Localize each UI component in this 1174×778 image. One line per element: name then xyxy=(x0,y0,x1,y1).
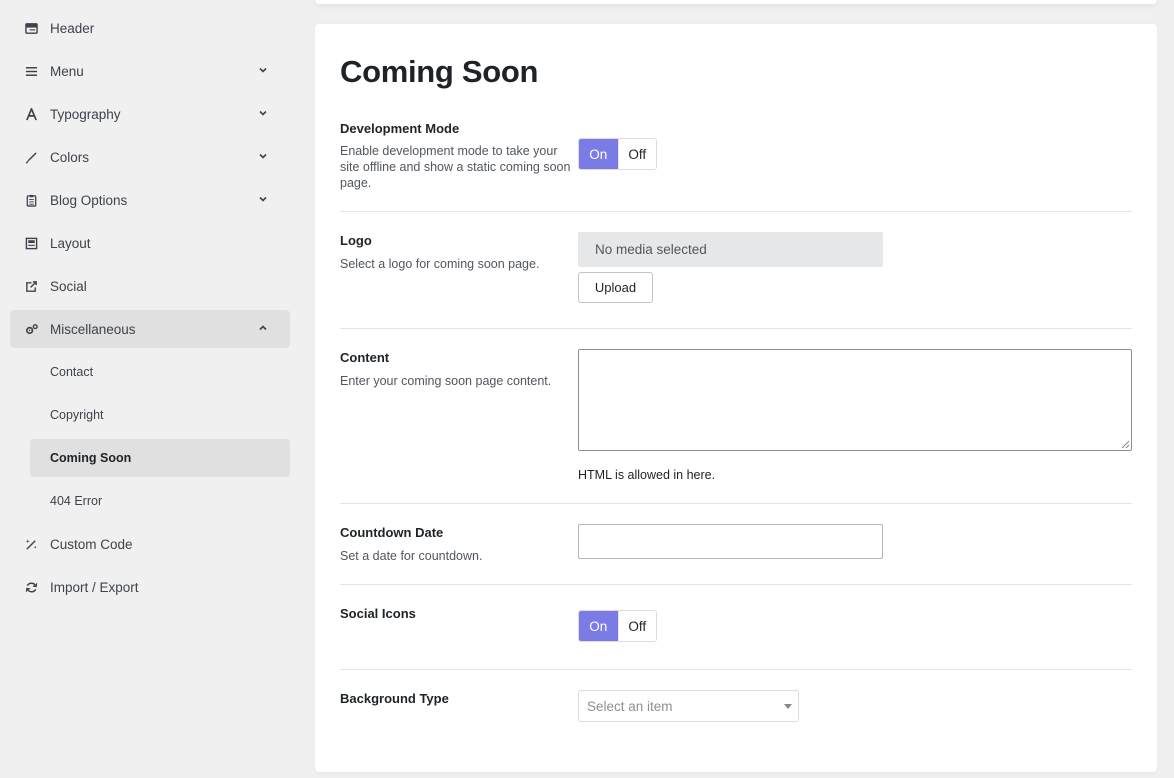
chevron-down-icon xyxy=(259,67,267,73)
chevron-down-icon xyxy=(259,153,267,159)
social-icons-toggle[interactable]: On Off xyxy=(578,610,657,642)
sidebar-subitem-label: Coming Soon xyxy=(50,451,132,465)
sidebar-item-label: Blog Options xyxy=(50,192,128,208)
background-type-select[interactable]: Select an item xyxy=(578,690,799,722)
sidebar: Header Menu Typography Colors Blog Optio… xyxy=(0,0,300,778)
sidebar-subitem-contact[interactable]: Contact xyxy=(30,353,290,391)
dropdown-caret-icon xyxy=(784,704,792,709)
sidebar-item-label: Header xyxy=(50,20,95,36)
sidebar-item-colors[interactable]: Colors xyxy=(10,138,290,176)
background-type-row: Background Type Select an item xyxy=(340,670,1132,750)
content-description: Enter your coming soon page content. xyxy=(340,374,552,388)
development-mode-description: Enable development mode to take your sit… xyxy=(340,144,571,190)
content-textarea[interactable] xyxy=(578,349,1132,451)
sidebar-subitem-404-error[interactable]: 404 Error xyxy=(30,482,290,520)
chevron-down-icon xyxy=(259,110,267,116)
clipboard-icon xyxy=(24,193,38,207)
layout-icon xyxy=(24,236,38,250)
sidebar-subitem-copyright[interactable]: Copyright xyxy=(30,396,290,434)
sidebar-item-menu[interactable]: Menu xyxy=(10,52,290,90)
sidebar-item-label: Colors xyxy=(50,149,90,165)
sidebar-item-label: Custom Code xyxy=(50,536,133,552)
sidebar-subitem-label: 404 Error xyxy=(50,494,103,508)
countdown-description: Set a date for countdown. xyxy=(340,549,483,563)
sidebar-item-header[interactable]: Header xyxy=(10,9,290,47)
sidebar-item-label: Menu xyxy=(50,63,84,79)
header-icon xyxy=(24,21,38,35)
upload-button[interactable]: Upload xyxy=(578,272,653,303)
sidebar-item-label: Import / Export xyxy=(50,579,139,595)
magic-wand-icon xyxy=(24,537,38,551)
logo-description: Select a logo for coming soon page. xyxy=(340,257,540,271)
sidebar-subitem-label: Contact xyxy=(50,365,94,379)
sidebar-item-social[interactable]: Social xyxy=(10,267,290,305)
content-row: Content Enter your coming soon page cont… xyxy=(340,329,1132,504)
sidebar-item-custom-code[interactable]: Custom Code xyxy=(10,525,290,563)
share-icon xyxy=(24,279,38,293)
background-type-label: Background Type xyxy=(340,691,449,706)
settings-panel: Coming Soon Development Mode Enable deve… xyxy=(315,24,1157,772)
development-mode-toggle[interactable]: On Off xyxy=(578,138,657,170)
development-mode-label: Development Mode xyxy=(340,121,460,136)
logo-row: Logo Select a logo for coming soon page.… xyxy=(340,212,1132,329)
toggle-off-button[interactable]: Off xyxy=(617,139,657,169)
previous-section-card xyxy=(315,0,1157,4)
sidebar-item-import-export[interactable]: Import / Export xyxy=(10,568,290,606)
content-label: Content xyxy=(340,350,390,365)
sidebar-item-blog-options[interactable]: Blog Options xyxy=(10,181,290,219)
sidebar-subitem-coming-soon[interactable]: Coming Soon xyxy=(30,439,290,477)
sidebar-item-label: Typography xyxy=(50,106,121,122)
toggle-off-button[interactable]: Off xyxy=(617,611,657,641)
sidebar-item-label: Miscellaneous xyxy=(50,321,136,337)
sidebar-item-label: Social xyxy=(50,278,87,294)
brush-icon xyxy=(24,150,38,164)
typography-icon xyxy=(24,107,38,121)
refresh-icon xyxy=(24,580,38,594)
chevron-down-icon xyxy=(259,196,267,202)
menu-icon xyxy=(24,64,38,78)
toggle-on-button[interactable]: On xyxy=(579,139,618,169)
gears-icon xyxy=(24,322,38,336)
social-icons-row: Social Icons On Off xyxy=(340,585,1132,670)
social-icons-label: Social Icons xyxy=(340,606,416,621)
content-help-text: HTML is allowed in here. xyxy=(578,468,716,482)
countdown-label: Countdown Date xyxy=(340,525,444,540)
logo-media-preview: No media selected xyxy=(578,232,883,267)
sidebar-item-label: Layout xyxy=(50,235,91,251)
countdown-row: Countdown Date Set a date for countdown. xyxy=(340,504,1132,585)
sidebar-item-typography[interactable]: Typography xyxy=(10,95,290,133)
countdown-date-input[interactable] xyxy=(578,524,883,559)
logo-label: Logo xyxy=(340,233,372,248)
sidebar-item-layout[interactable]: Layout xyxy=(10,224,290,262)
development-mode-row: Development Mode Enable development mode… xyxy=(340,118,1132,212)
sidebar-item-miscellaneous[interactable]: Miscellaneous xyxy=(10,310,290,348)
page-title: Coming Soon xyxy=(340,54,539,89)
select-placeholder: Select an item xyxy=(587,698,673,714)
resize-grip-icon[interactable] xyxy=(1121,440,1130,449)
sidebar-subitem-label: Copyright xyxy=(50,408,104,422)
toggle-on-button[interactable]: On xyxy=(579,611,618,641)
chevron-up-icon xyxy=(259,325,267,331)
